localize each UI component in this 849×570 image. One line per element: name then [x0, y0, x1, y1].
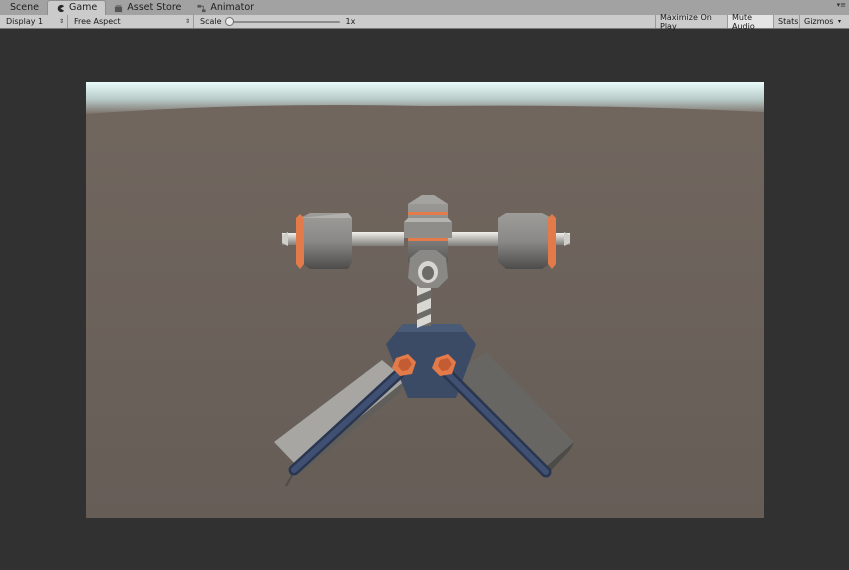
mute-audio-button[interactable]: Mute Audio	[727, 12, 773, 31]
tab-label-asset-store: Asset Store	[127, 2, 182, 13]
game-toolbar: Display 1 ⇕ Free Aspect ⇕ Scale 1x Maxim…	[0, 12, 849, 31]
animator-icon	[197, 4, 206, 12]
tab-animator[interactable]: Animator	[189, 1, 262, 15]
game-viewport[interactable]	[86, 82, 764, 518]
mute-audio-label: Mute Audio	[732, 12, 755, 31]
maximize-on-play-label: Maximize On Play	[660, 12, 712, 31]
aspect-value: Free Aspect	[74, 17, 121, 26]
scale-control: Scale 1x	[194, 16, 655, 26]
stats-button[interactable]: Stats	[773, 15, 799, 28]
store-icon	[115, 4, 123, 12]
right-cylinder	[498, 213, 556, 269]
gizmos-label: Gizmos	[804, 17, 834, 26]
scale-value: 1x	[345, 17, 356, 26]
display-value: Display 1	[6, 17, 44, 26]
stats-label: Stats	[778, 17, 799, 26]
gizmos-dropdown[interactable]: Gizmos ▾	[799, 15, 845, 28]
dropdown-arrow-icon: ⇕	[184, 18, 190, 25]
left-cylinder	[296, 213, 352, 269]
tab-label-scene: Scene	[10, 2, 39, 13]
tab-asset-store[interactable]: Asset Store	[106, 1, 189, 15]
pacman-icon	[57, 4, 65, 12]
tab-label-animator: Animator	[210, 2, 255, 13]
scale-slider-thumb[interactable]	[224, 16, 234, 26]
scale-label: Scale	[200, 17, 222, 26]
display-dropdown[interactable]: Display 1 ⇕	[0, 15, 68, 28]
tab-scene[interactable]: Scene	[2, 1, 47, 15]
window-menu-icon[interactable]: ▾≡	[837, 2, 846, 9]
aspect-dropdown[interactable]: Free Aspect ⇕	[68, 15, 194, 28]
dropdown-arrow-icon: ⇕	[58, 18, 64, 25]
socket-ring	[408, 250, 448, 288]
game-render	[86, 82, 764, 518]
maximize-on-play-button[interactable]: Maximize On Play	[655, 12, 727, 31]
chevron-down-icon: ▾	[837, 18, 841, 25]
tab-game[interactable]: Game	[46, 0, 107, 15]
tab-label-game: Game	[68, 2, 98, 13]
scale-slider[interactable]	[224, 16, 340, 26]
